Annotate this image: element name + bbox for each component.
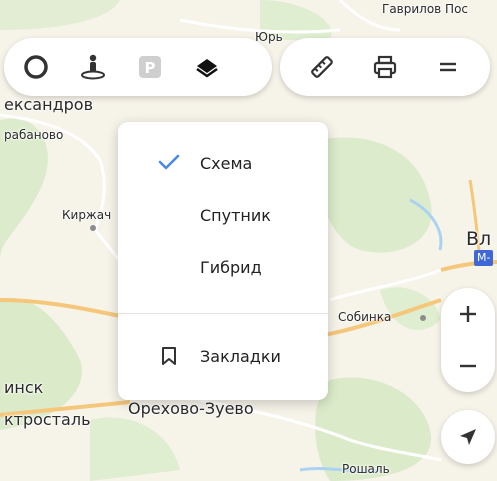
- layer-option-satellite[interactable]: Спутник: [118, 193, 328, 237]
- layers-menu: Схема Спутник Гибрид Закладки: [118, 122, 328, 400]
- bookmarks-label: Закладки: [200, 346, 281, 366]
- layer-option-scheme[interactable]: Схема: [118, 141, 328, 185]
- city-label-gavrilov: Гаврилов Пос: [382, 2, 469, 16]
- map-view[interactable]: Гаврилов Пос Юрь ександров рабаново Кирж…: [0, 0, 497, 481]
- city-label-elektrostal: ктросталь: [4, 410, 91, 429]
- layer-option-label: Схема: [200, 153, 253, 173]
- parking-letter: P: [145, 59, 156, 77]
- menu-icon: [440, 62, 457, 72]
- menu-divider: [118, 313, 328, 314]
- bookmark-icon: [162, 347, 176, 365]
- zoom-in-button[interactable]: [441, 288, 495, 340]
- zoom-out-button[interactable]: [441, 340, 495, 392]
- tools-toolbar: [280, 38, 490, 96]
- parking-icon: P: [139, 56, 161, 78]
- traffic-button[interactable]: [14, 45, 58, 89]
- layer-option-hybrid[interactable]: Гибрид: [118, 245, 328, 289]
- ruler-button[interactable]: [300, 45, 344, 89]
- city-label-vladimir: Вл: [466, 228, 492, 250]
- layer-option-label: Гибрид: [200, 257, 262, 277]
- city-label-kirzhach: Киржач: [62, 208, 112, 222]
- city-label-sobinka: Собинка: [338, 310, 392, 324]
- checkmark-icon: [158, 154, 180, 170]
- road-badge: M-: [474, 250, 494, 266]
- city-label-aleksandrov: ександров: [4, 95, 94, 114]
- city-label-roshal: Рошаль: [342, 462, 390, 476]
- parking-button[interactable]: P: [128, 45, 172, 89]
- panorama-button[interactable]: [71, 45, 115, 89]
- layer-option-label: Спутник: [200, 205, 271, 225]
- city-label-karabanovo: рабаново: [4, 128, 64, 142]
- print-button[interactable]: [363, 45, 407, 89]
- layers-icon: [196, 59, 218, 78]
- minus-icon: [460, 364, 476, 368]
- printer-icon: [373, 55, 397, 79]
- city-label-minsk: инск: [4, 378, 44, 397]
- location-arrow-icon: [460, 429, 476, 445]
- zoom-control: [441, 288, 495, 392]
- layers-button[interactable]: [185, 45, 229, 89]
- ruler-icon: [310, 56, 333, 78]
- traffic-ring-icon: [24, 55, 48, 79]
- menu-button[interactable]: [426, 45, 470, 89]
- plus-icon: [460, 306, 476, 322]
- city-label-yurev: Юрь: [255, 30, 283, 44]
- panorama-person-icon: [81, 54, 105, 80]
- locate-me-button[interactable]: [441, 410, 495, 464]
- map-controls-toolbar: P: [4, 38, 272, 96]
- city-label-orekhovo-zuevo: Орехово-Зуево: [128, 399, 254, 418]
- bookmarks-item[interactable]: Закладки: [118, 334, 328, 378]
